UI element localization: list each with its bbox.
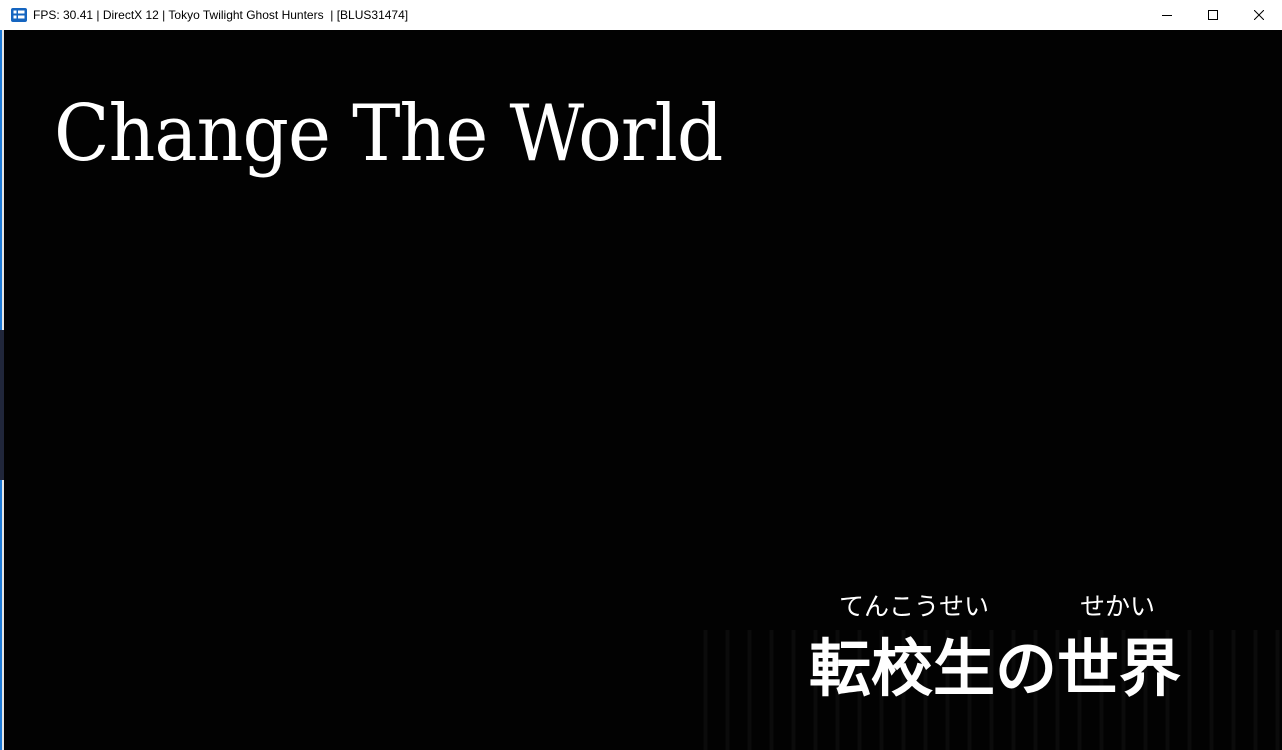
window-title: FPS: 30.41 | DirectX 12 | Tokyo Twilight…: [33, 8, 409, 22]
app-icon: [11, 7, 27, 23]
title-bar[interactable]: FPS: 30.41 | DirectX 12 | Tokyo Twilight…: [0, 0, 1282, 30]
maximize-icon: [1208, 10, 1218, 20]
close-icon: [1254, 10, 1264, 20]
english-title: Change The World: [54, 89, 723, 179]
japanese-title: 転校生の世界: [809, 632, 1182, 705]
minimize-button[interactable]: [1144, 0, 1190, 30]
game-viewport[interactable]: Change The World てんこうせい せかい 転校生の世界: [4, 30, 1282, 750]
minimize-icon: [1162, 15, 1172, 16]
window-controls: [1144, 0, 1282, 30]
emulator-window: FPS: 30.41 | DirectX 12 | Tokyo Twilight…: [0, 0, 1282, 750]
furigana-sekai: せかい: [1080, 592, 1156, 621]
close-button[interactable]: [1236, 0, 1282, 30]
maximize-button[interactable]: [1190, 0, 1236, 30]
furigana-tenkousei: てんこうせい: [839, 592, 990, 621]
